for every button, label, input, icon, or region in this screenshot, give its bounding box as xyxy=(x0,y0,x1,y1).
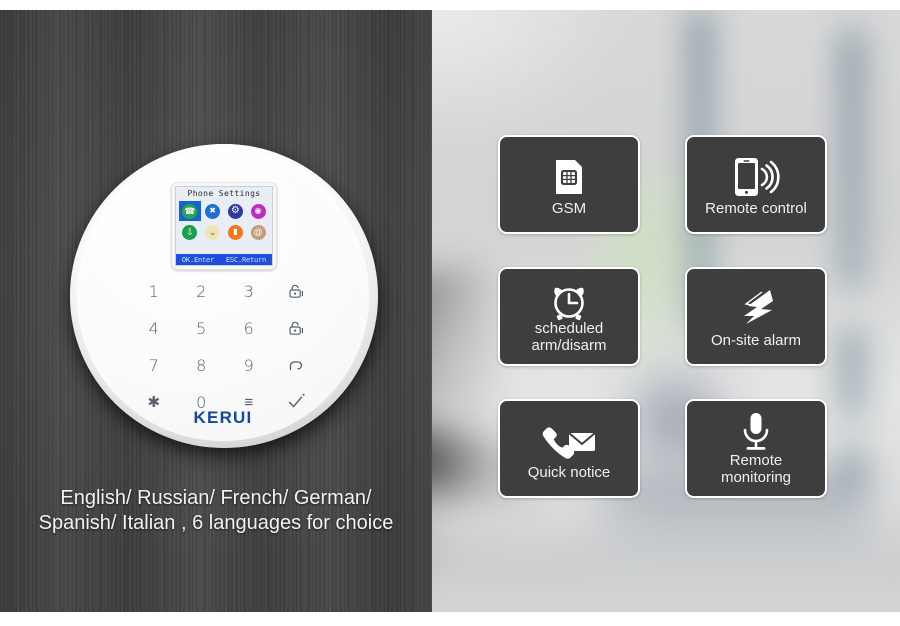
key-9[interactable]: 9 xyxy=(225,354,273,376)
feature-label: GSM xyxy=(551,199,587,217)
target-icon: ◉ xyxy=(250,203,266,219)
caption-line-2: Spanish/ Italian , 6 languages for choic… xyxy=(38,512,394,534)
alarm-clock-icon xyxy=(547,280,591,321)
lcd-cell-settings[interactable]: ⚙ xyxy=(225,201,247,221)
lightning-bolt-icon xyxy=(732,286,780,332)
lcd-status-bar: OK.Enter ESC.Return xyxy=(176,254,272,265)
gear-icon: ⚙ xyxy=(227,203,243,219)
lcd-cell-at[interactable]: @ xyxy=(247,222,269,242)
key-1[interactable]: 1 xyxy=(130,280,178,302)
left-panel-device-photo: Phone Settings ☎ ✖ ⚙ ◉ ⇩ ⌄ ▮ @ OK.Enter … xyxy=(0,10,432,612)
key-8[interactable]: 8 xyxy=(178,354,226,376)
feature-label: Quick notice xyxy=(527,463,611,481)
key-5[interactable]: 5 xyxy=(178,317,226,339)
feature-card-quick-notice[interactable]: Quick notice xyxy=(498,399,640,498)
product-feature-banner: Phone Settings ☎ ✖ ⚙ ◉ ⇩ ⌄ ▮ @ OK.Enter … xyxy=(0,0,900,626)
device-keypad: 1 2 3 4 5 6 7 8 9 ✱ 0 ≡ xyxy=(130,280,320,413)
feature-label: Remote monitoring xyxy=(717,452,795,489)
kerui-alarm-panel: Phone Settings ☎ ✖ ⚙ ◉ ⇩ ⌄ ▮ @ OK.Enter … xyxy=(68,144,382,456)
return-arrow-icon xyxy=(290,361,303,371)
feature-card-grid: GSM Remote control scheduled arm/disarm … xyxy=(432,10,900,612)
lcd-status-left: OK.Enter xyxy=(181,255,215,264)
lcd-title: Phone Settings xyxy=(187,189,261,198)
at-icon: @ xyxy=(250,224,266,240)
microphone-icon xyxy=(739,412,773,452)
feature-label: Remote control xyxy=(705,199,807,217)
feature-card-onsite-alarm[interactable]: On-site alarm xyxy=(685,267,827,366)
feature-card-scheduled-arm-disarm[interactable]: scheduled arm/disarm xyxy=(498,267,640,366)
chevron-down-icon: ⌄ xyxy=(205,224,221,240)
right-panel-features: GSM Remote control scheduled arm/disarm … xyxy=(432,10,900,612)
lcd-status-right: ESC.Return xyxy=(225,255,267,264)
lcd-cell-tools[interactable]: ✖ xyxy=(202,201,224,221)
message-icon: ▮ xyxy=(227,224,243,240)
feature-label-line-1: Remote xyxy=(729,452,783,469)
feature-card-gsm[interactable]: GSM xyxy=(498,135,640,234)
lock-icon xyxy=(289,321,303,335)
key-6[interactable]: 6 xyxy=(225,317,273,339)
key-4[interactable]: 4 xyxy=(130,317,178,339)
lcd-cell-download[interactable]: ⇩ xyxy=(179,222,201,242)
feature-card-remote-monitoring[interactable]: Remote monitoring xyxy=(685,399,827,498)
sim-card-icon xyxy=(554,154,584,200)
phone-icon: ☎ xyxy=(182,203,198,219)
feature-card-remote-control[interactable]: Remote control xyxy=(685,135,827,234)
lock-icon xyxy=(289,284,303,298)
brand-logo: KERUI xyxy=(193,408,253,427)
lcd-cell-message[interactable]: ▮ xyxy=(225,222,247,242)
key-2[interactable]: 2 xyxy=(178,280,226,302)
caption-line-1: English/ Russian/ French/ German/ xyxy=(60,487,372,509)
lcd-icon-grid: ☎ ✖ ⚙ ◉ ⇩ ⌄ ▮ @ xyxy=(176,199,272,242)
key-back[interactable] xyxy=(273,354,321,376)
key-arm-away[interactable] xyxy=(273,280,321,302)
feature-label: scheduled arm/disarm xyxy=(527,320,610,357)
feature-label: On-site alarm xyxy=(710,331,802,349)
lcd-screen: Phone Settings ☎ ✖ ⚙ ◉ ⇩ ⌄ ▮ @ OK.Enter … xyxy=(175,186,273,266)
lcd-bezel: Phone Settings ☎ ✖ ⚙ ◉ ⇩ ⌄ ▮ @ OK.Enter … xyxy=(171,182,277,270)
feature-label-line-2: monitoring xyxy=(720,469,792,486)
download-icon: ⇩ xyxy=(182,224,198,240)
feature-label-line-1: scheduled xyxy=(534,320,604,337)
key-7[interactable]: 7 xyxy=(130,354,178,376)
language-caption: English/ Russian/ French/ German/ Spanis… xyxy=(0,486,432,536)
phone-envelope-icon xyxy=(540,418,598,464)
tools-icon: ✖ xyxy=(205,203,221,219)
lcd-cell-target[interactable]: ◉ xyxy=(247,201,269,221)
lcd-cell-chevron[interactable]: ⌄ xyxy=(202,222,224,242)
smartphone-signal-icon xyxy=(728,154,784,200)
key-arm-home[interactable] xyxy=(273,317,321,339)
feature-label-line-2: arm/disarm xyxy=(531,337,607,354)
lcd-cell-phone[interactable]: ☎ xyxy=(179,201,201,221)
key-3[interactable]: 3 xyxy=(225,280,273,302)
